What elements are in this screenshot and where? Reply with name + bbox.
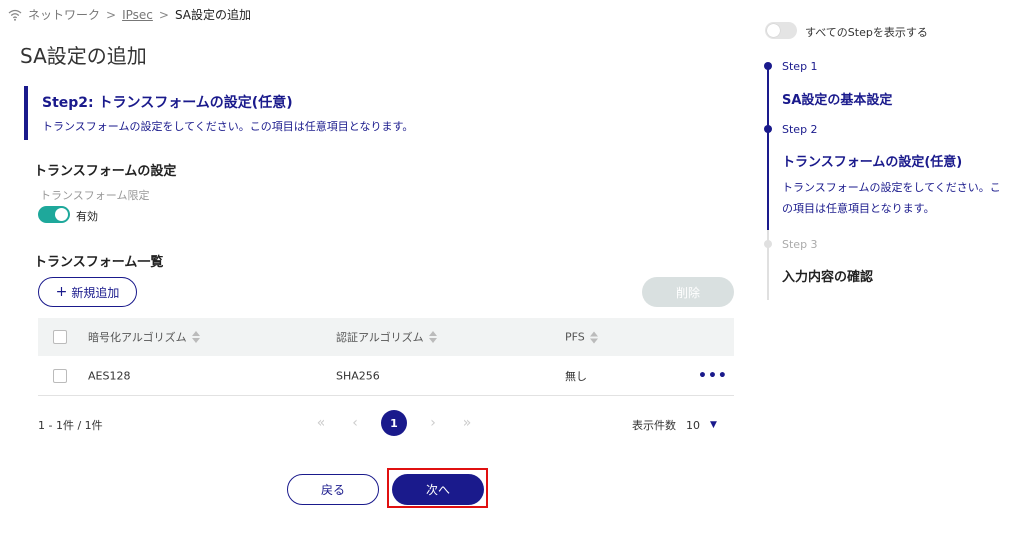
plus-icon: +: [55, 284, 68, 300]
transform-list-title: トランスフォーム一覧: [34, 255, 164, 270]
column-header-label: PFS: [565, 330, 585, 344]
step-2-description: トランスフォームの設定をしてください。この項目は任意項目となります。: [782, 181, 1001, 215]
transform-settings-title: トランスフォームの設定: [34, 164, 177, 179]
add-new-label: 新規追加: [71, 285, 120, 300]
column-header-label: 暗号化アルゴリズム: [88, 331, 187, 344]
breadcrumb-current: SA設定の追加: [174, 8, 251, 22]
back-button[interactable]: 戻る: [287, 474, 379, 505]
column-header-encryption[interactable]: 暗号化アルゴリズム: [88, 329, 200, 345]
step-3-label: Step 3: [782, 238, 818, 251]
per-page-selector[interactable]: 表示件数 10 ▼: [632, 417, 717, 433]
transform-table: 暗号化アルゴリズム 認証アルゴリズム PFS AES128 SHA256 無し …: [38, 318, 734, 396]
page-button-current[interactable]: 1: [381, 410, 407, 436]
table-row: AES128 SHA256 無し •••: [38, 356, 734, 396]
step-2-label: Step 2: [782, 123, 818, 136]
step-header-title: Step2: トランスフォームの設定(任意): [42, 95, 293, 111]
next-button[interactable]: 次へ: [392, 474, 484, 505]
table-header: 暗号化アルゴリズム 認証アルゴリズム PFS: [38, 318, 734, 356]
row-checkbox[interactable]: [53, 368, 67, 383]
result-count: 1 - 1件 / 1件: [38, 419, 103, 432]
step-1-name: SA設定の基本設定: [782, 93, 893, 108]
cell-auth: SHA256: [336, 369, 380, 382]
show-all-steps-label: すべてのStepを表示する: [805, 26, 928, 39]
step-3-dot: [764, 240, 772, 248]
breadcrumb-ipsec-link[interactable]: IPsec: [122, 8, 153, 22]
transform-limit-toggle-label: 有効: [76, 210, 98, 223]
sort-icon[interactable]: [191, 331, 200, 343]
step-header: Step2: トランスフォームの設定(任意) トランスフォームの設定をしてくださ…: [24, 86, 724, 140]
sort-icon[interactable]: [428, 331, 437, 343]
cell-pfs: 無し: [565, 369, 587, 383]
step-2-name: トランスフォームの設定(任意): [782, 155, 963, 170]
cell-encryption: AES128: [88, 369, 131, 382]
step-1-label: Step 1: [782, 60, 818, 73]
more-options-icon[interactable]: •••: [698, 368, 728, 384]
breadcrumb-separator: >: [106, 7, 117, 22]
show-all-steps-toggle[interactable]: [765, 22, 797, 39]
last-page-icon[interactable]: »: [459, 415, 475, 431]
next-page-icon[interactable]: ›: [425, 415, 441, 431]
step-header-description: トランスフォームの設定をしてください。この項目は任意項目となります。: [42, 120, 414, 133]
select-all-checkbox[interactable]: [53, 330, 67, 344]
caret-down-icon[interactable]: ▼: [710, 420, 717, 430]
first-page-icon[interactable]: «: [313, 415, 329, 431]
breadcrumb: ネットワーク > IPsec > SA設定の追加: [8, 6, 251, 23]
page-title: SA設定の追加: [20, 44, 147, 68]
transform-limit-toggle[interactable]: [38, 206, 70, 223]
delete-button[interactable]: 削除: [642, 277, 734, 307]
stepper-line-active: [767, 66, 769, 230]
step-3-name: 入力内容の確認: [782, 270, 874, 285]
toggle-knob: [767, 24, 780, 37]
breadcrumb-network: ネットワーク: [28, 8, 101, 22]
pagination: « ‹ 1 › »: [313, 410, 475, 436]
column-header-label: 認証アルゴリズム: [336, 331, 424, 344]
step-1-dot: [764, 62, 772, 70]
add-new-button[interactable]: + 新規追加: [38, 277, 137, 307]
step-2-dot: [764, 125, 772, 133]
column-header-pfs[interactable]: PFS: [565, 331, 598, 344]
per-page-label: 表示件数: [632, 419, 676, 432]
wifi-icon: [8, 9, 22, 21]
sort-icon[interactable]: [589, 331, 598, 343]
transform-limit-label: トランスフォーム限定: [40, 189, 150, 202]
toggle-knob: [55, 208, 68, 221]
column-header-auth[interactable]: 認証アルゴリズム: [336, 329, 437, 345]
prev-page-icon[interactable]: ‹: [347, 415, 363, 431]
breadcrumb-separator: >: [158, 7, 169, 22]
per-page-value: 10: [686, 418, 700, 432]
